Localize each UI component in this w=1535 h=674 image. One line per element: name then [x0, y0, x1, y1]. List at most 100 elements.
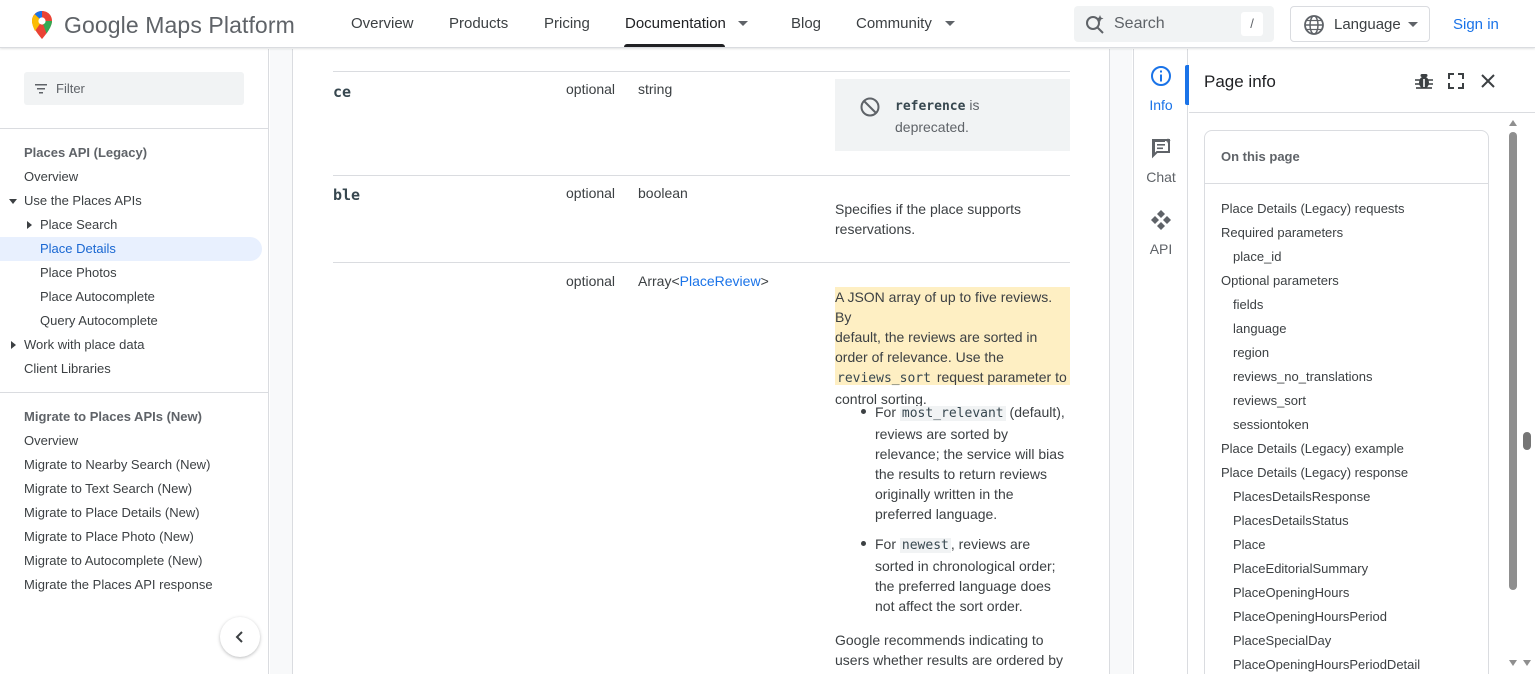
- sidebar-item-migrate-place-photo[interactable]: Migrate to Place Photo (New): [0, 525, 262, 549]
- sidebar-item-query-autocomplete[interactable]: Query Autocomplete: [0, 309, 262, 333]
- toc-scrollbar-thumb[interactable]: [1509, 132, 1517, 590]
- left-sidebar: Filter Places API (Legacy) Overview Use …: [0, 49, 269, 674]
- collapse-sidebar-button[interactable]: [220, 617, 260, 657]
- table-row-divider: [333, 175, 1070, 176]
- toc-item[interactable]: fields: [1233, 297, 1263, 312]
- sidebar-item-migrate-autocomplete[interactable]: Migrate to Autocomplete (New): [0, 549, 262, 573]
- sidebar-item-migrate-nearby-search[interactable]: Migrate to Nearby Search (New): [0, 453, 262, 477]
- field-name-fragment: ce: [333, 83, 352, 101]
- panel-title: Page info: [1204, 72, 1276, 91]
- nav-documentation[interactable]: Documentation: [625, 15, 726, 32]
- fullscreen-icon[interactable]: [1447, 72, 1465, 90]
- maps-platform-logo[interactable]: Google Maps Platform: [30, 10, 295, 40]
- toc-item[interactable]: place_id: [1233, 249, 1281, 264]
- api-diamond-icon: [1151, 210, 1171, 230]
- sidebar-heading-places-legacy: Places API (Legacy): [24, 145, 148, 160]
- sidebar-item-overview[interactable]: Overview: [0, 165, 262, 189]
- toc-item[interactable]: language: [1233, 321, 1287, 336]
- placereview-link[interactable]: PlaceReview: [680, 273, 761, 289]
- toc-scroll-down-icon[interactable]: [1509, 660, 1517, 666]
- nav-community[interactable]: Community: [856, 15, 932, 32]
- language-selector[interactable]: Language: [1290, 6, 1430, 42]
- close-icon[interactable]: [1479, 72, 1497, 90]
- filter-icon: [35, 84, 47, 94]
- toc-item[interactable]: PlaceOpeningHoursPeriodDetail: [1233, 657, 1420, 672]
- sign-in-link[interactable]: Sign in: [1453, 16, 1499, 33]
- main-content: ce optional string reference is deprecate…: [292, 49, 1110, 674]
- sidebar-item-place-search[interactable]: Place Search: [0, 213, 262, 237]
- toc-title: On this page: [1221, 149, 1300, 164]
- toc-item[interactable]: Place Details (Legacy) requests: [1221, 201, 1405, 216]
- table-row-divider: [333, 71, 1070, 72]
- info-icon: [1151, 66, 1171, 86]
- sidebar-item-work-with-place-data[interactable]: Work with place data: [0, 333, 262, 357]
- page-scroll-down-icon[interactable]: [1523, 660, 1531, 666]
- sidebar-item-place-autocomplete[interactable]: Place Autocomplete: [0, 285, 262, 309]
- toc-item[interactable]: PlaceSpecialDay: [1233, 633, 1331, 648]
- bullet-dot: [861, 409, 866, 414]
- block-icon: [860, 97, 880, 117]
- globe-icon: [1304, 15, 1324, 35]
- page-scrollbar-thumb[interactable]: [1523, 432, 1531, 450]
- maps-pin-logo-icon: [32, 11, 52, 39]
- recommendation-text: Google recommends indicating to users whe…: [835, 632, 1063, 668]
- sidebar-item-use-places-apis[interactable]: Use the Places APIs: [0, 189, 262, 213]
- deprecation-text: reference is deprecated.: [895, 97, 980, 135]
- nav-blog[interactable]: Blog: [791, 15, 821, 32]
- search-box[interactable]: Search /: [1074, 6, 1274, 42]
- sidebar-item-place-photos[interactable]: Place Photos: [0, 261, 262, 285]
- expanded-triangle-icon[interactable]: [9, 199, 17, 204]
- toc-item[interactable]: Optional parameters: [1221, 273, 1339, 288]
- toc-item[interactable]: Place Details (Legacy) response: [1221, 465, 1408, 480]
- sidebar-item-migrate-overview[interactable]: Overview: [0, 429, 262, 453]
- toc-item[interactable]: reviews_no_translations: [1233, 369, 1372, 384]
- toc-item[interactable]: Required parameters: [1221, 225, 1343, 240]
- sidebar-item-client-libraries[interactable]: Client Libraries: [0, 357, 262, 381]
- brand-name: Google Maps Platform: [64, 11, 295, 38]
- reviews-description: A JSON array of up to five reviews. By d…: [835, 289, 1067, 407]
- rail-info-button[interactable]: Info: [1134, 57, 1189, 121]
- toc-item[interactable]: reviews_sort: [1233, 393, 1306, 408]
- active-tab-indicator: [624, 44, 725, 47]
- search-shortcut-key: /: [1241, 12, 1263, 36]
- toc-item[interactable]: PlacesDetailsResponse: [1233, 489, 1370, 504]
- nav-products[interactable]: Products: [449, 15, 508, 32]
- filter-input[interactable]: Filter: [24, 72, 244, 105]
- field-required: optional: [566, 185, 616, 201]
- nav-pricing[interactable]: Pricing: [544, 15, 590, 32]
- field-type: string: [638, 81, 673, 97]
- toc-item[interactable]: region: [1233, 345, 1269, 360]
- rail-api-button[interactable]: API: [1134, 201, 1188, 265]
- toc-item[interactable]: PlaceOpeningHours: [1233, 585, 1349, 600]
- toc-item[interactable]: PlaceEditorialSummary: [1233, 561, 1368, 576]
- toc-item[interactable]: PlaceOpeningHoursPeriod: [1233, 609, 1387, 624]
- toc-item[interactable]: PlacesDetailsStatus: [1233, 513, 1349, 528]
- sidebar-item-migrate-response[interactable]: Migrate the Places API response: [0, 573, 262, 597]
- sidebar-divider: [0, 392, 268, 393]
- community-chevron-down-icon[interactable]: [945, 21, 955, 26]
- toc-divider: [1205, 183, 1488, 184]
- field-required: optional: [566, 273, 616, 289]
- collapsed-triangle-icon[interactable]: [11, 341, 16, 349]
- rail-api-label: API: [1149, 241, 1173, 257]
- reservable-description: Specifies if the place supports reservati…: [835, 201, 1021, 237]
- collapsed-triangle-icon[interactable]: [27, 221, 32, 229]
- sidebar-item-migrate-text-search[interactable]: Migrate to Text Search (New): [0, 477, 262, 501]
- chat-spark-icon: [1152, 138, 1171, 159]
- sidebar-item-migrate-place-details[interactable]: Migrate to Place Details (New): [0, 501, 262, 525]
- rail-chat-button[interactable]: Chat: [1134, 129, 1188, 193]
- top-bar: Google Maps Platform Overview Products P…: [0, 0, 1535, 48]
- nav-overview[interactable]: Overview: [351, 15, 414, 32]
- bug-icon[interactable]: [1414, 71, 1434, 91]
- toc-item[interactable]: sessiontoken: [1233, 417, 1309, 432]
- toc-item[interactable]: Place Details (Legacy) example: [1221, 441, 1404, 456]
- sidebar-heading-migrate: Migrate to Places APIs (New): [24, 409, 202, 424]
- page-info-panel: Page info On this page Place Details (Le…: [1189, 49, 1535, 674]
- sidebar-item-place-details[interactable]: Place Details: [0, 237, 262, 261]
- toc-scroll-up-icon[interactable]: [1509, 120, 1517, 126]
- search-spark-icon: [1086, 15, 1104, 34]
- toc-item[interactable]: Place: [1233, 537, 1266, 552]
- rail-chat-label: Chat: [1146, 169, 1176, 185]
- documentation-chevron-down-icon[interactable]: [738, 21, 748, 26]
- deprecation-notice: reference is deprecated.: [835, 79, 1070, 151]
